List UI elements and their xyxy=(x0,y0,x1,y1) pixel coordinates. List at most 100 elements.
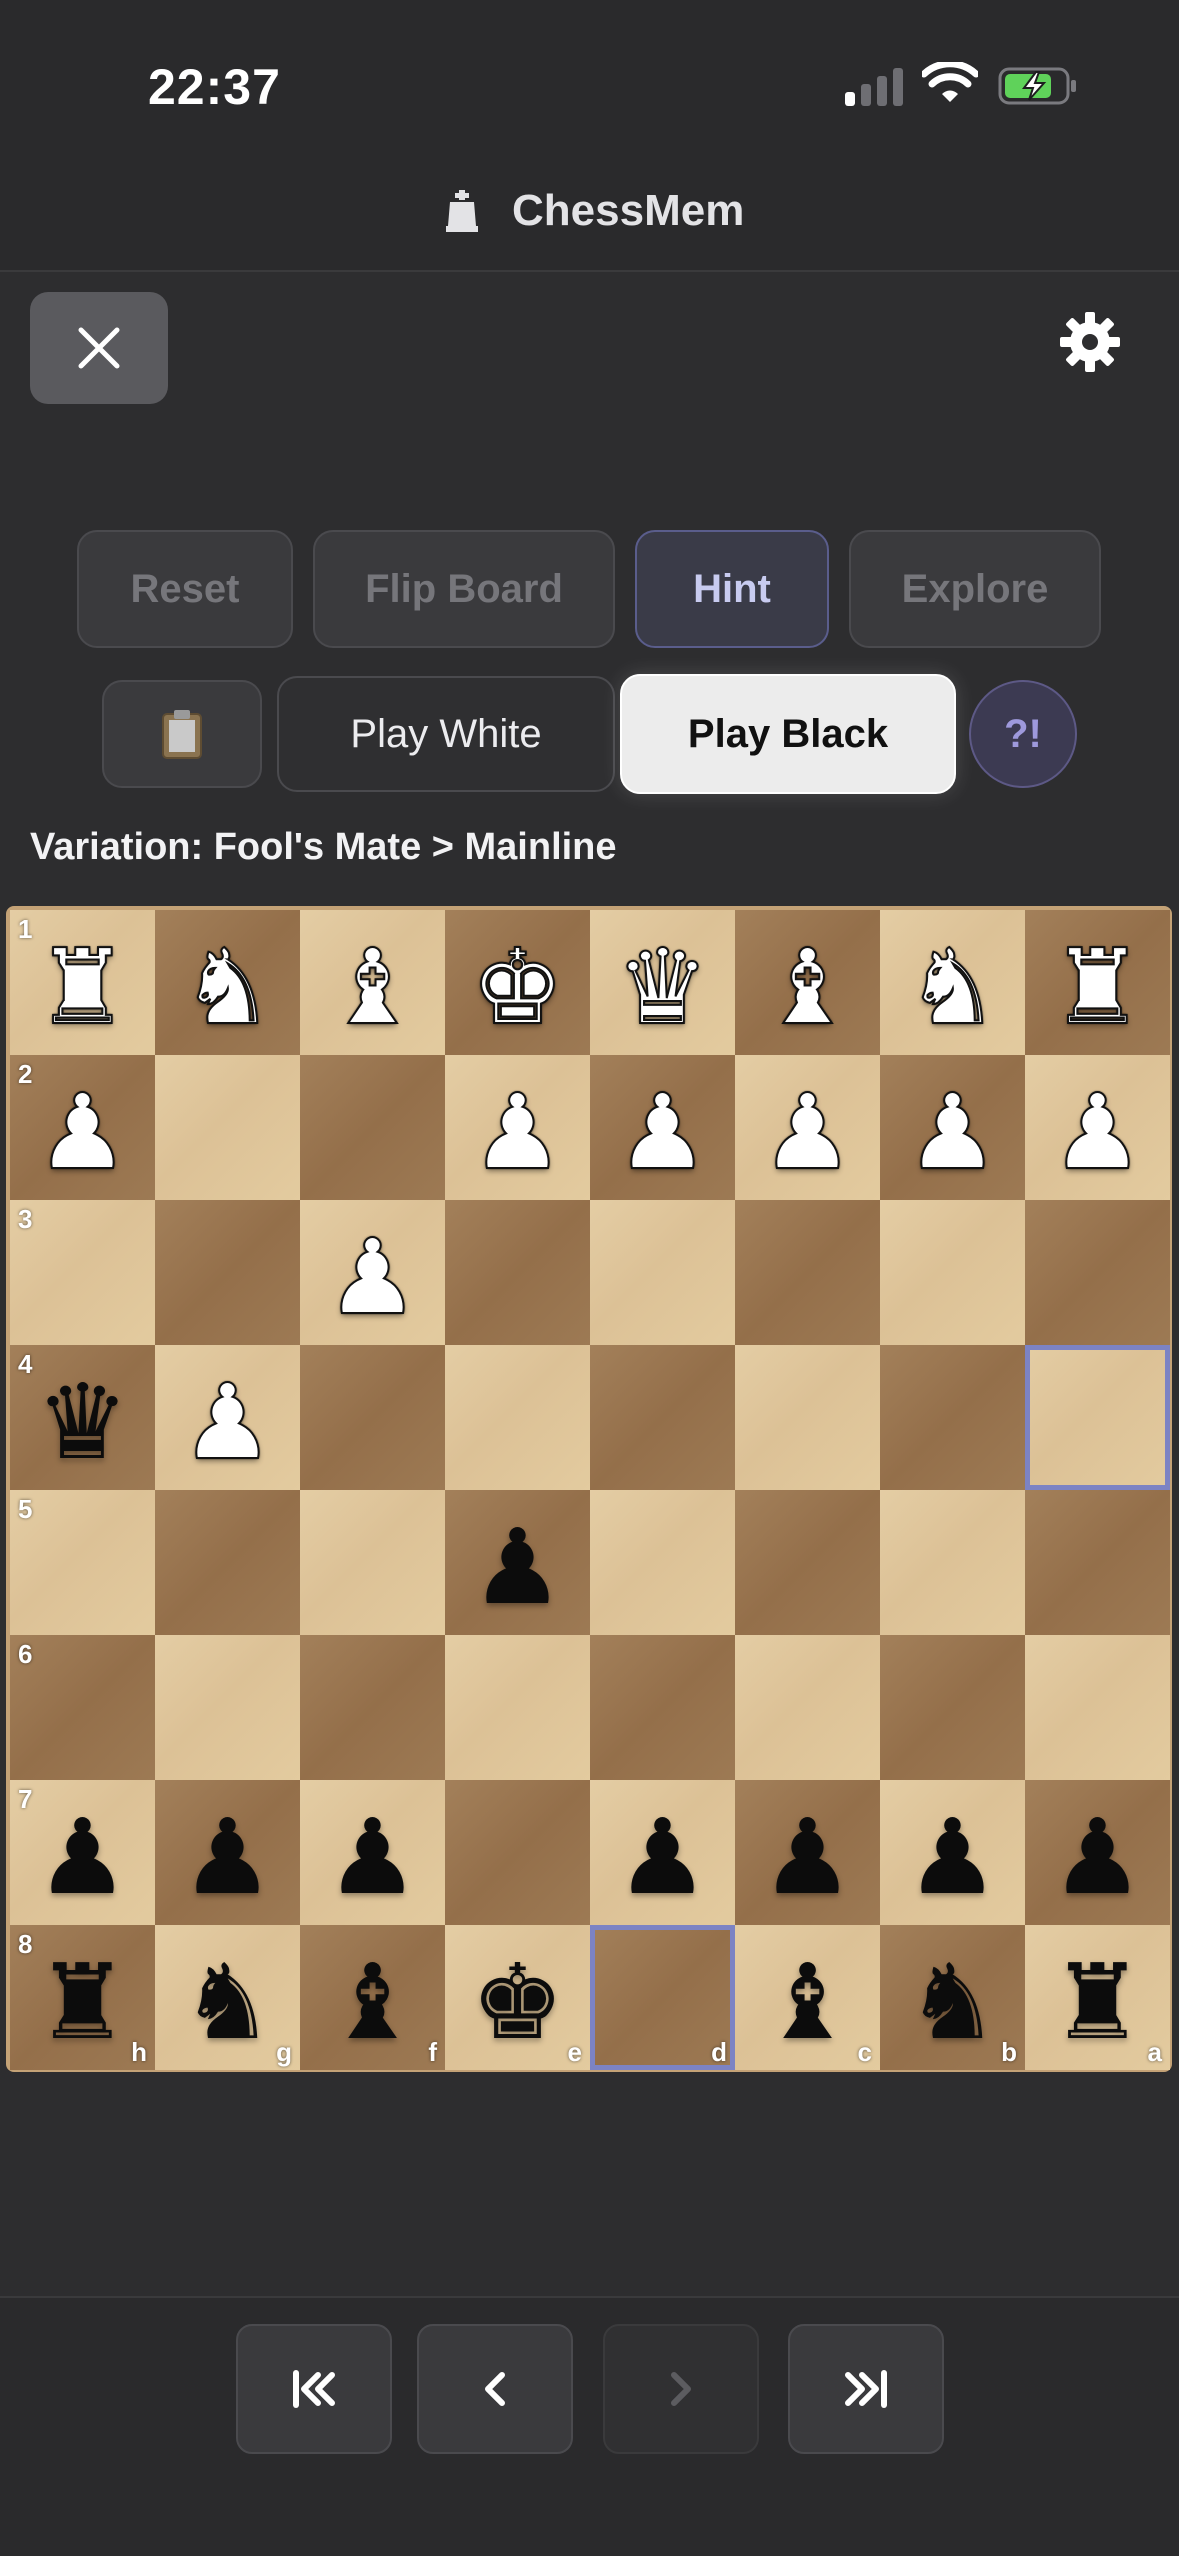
previous-move-button[interactable] xyxy=(417,2324,573,2454)
square-d8[interactable]: d xyxy=(590,1925,735,2070)
black-bishop-piece[interactable]: ♝ xyxy=(761,1950,854,2054)
black-king-piece[interactable]: ♚ xyxy=(471,1950,564,2054)
square-d1[interactable]: ♛ xyxy=(590,910,735,1055)
play-black-button[interactable]: Play Black xyxy=(620,674,956,794)
white-pawn-piece[interactable]: ♟ xyxy=(470,1079,565,1185)
square-b8[interactable]: b ♞ xyxy=(880,1925,1025,2070)
explore-button[interactable]: Explore xyxy=(849,530,1101,648)
square-a2[interactable]: ♟ xyxy=(1025,1055,1170,1200)
square-c2[interactable]: ♟ xyxy=(735,1055,880,1200)
square-h2[interactable]: 2 ♟ xyxy=(10,1055,155,1200)
square-h8[interactable]: 8 h ♜ xyxy=(10,1925,155,2070)
gear-icon[interactable] xyxy=(1058,310,1122,374)
square-h3[interactable]: 3 xyxy=(10,1200,155,1345)
white-knight-piece[interactable]: ♞ xyxy=(180,934,275,1040)
white-queen-piece[interactable]: ♛ xyxy=(615,934,710,1040)
square-b6[interactable] xyxy=(880,1635,1025,1780)
white-pawn-piece[interactable]: ♟ xyxy=(905,1079,1000,1185)
close-button[interactable] xyxy=(30,292,168,404)
white-rook-piece[interactable]: ♜ xyxy=(1050,934,1145,1040)
square-c3[interactable] xyxy=(735,1200,880,1345)
square-b7[interactable]: ♟ xyxy=(880,1780,1025,1925)
square-f2[interactable] xyxy=(300,1055,445,1200)
next-move-button[interactable] xyxy=(603,2324,759,2454)
square-b5[interactable] xyxy=(880,1490,1025,1635)
square-g6[interactable] xyxy=(155,1635,300,1780)
square-h1[interactable]: 1 ♜ xyxy=(10,910,155,1055)
square-e8[interactable]: e ♚ xyxy=(445,1925,590,2070)
square-b2[interactable]: ♟ xyxy=(880,1055,1025,1200)
white-pawn-piece[interactable]: ♟ xyxy=(760,1079,855,1185)
flip-board-button[interactable]: Flip Board xyxy=(313,530,615,648)
square-a6[interactable] xyxy=(1025,1635,1170,1780)
square-g3[interactable] xyxy=(155,1200,300,1345)
black-pawn-piece[interactable]: ♟ xyxy=(616,1805,709,1909)
square-d5[interactable] xyxy=(590,1490,735,1635)
square-h4[interactable]: 4 ♛ xyxy=(10,1345,155,1490)
square-a5[interactable] xyxy=(1025,1490,1170,1635)
black-pawn-piece[interactable]: ♟ xyxy=(1051,1805,1144,1909)
square-c6[interactable] xyxy=(735,1635,880,1780)
square-e3[interactable] xyxy=(445,1200,590,1345)
clipboard-button[interactable] xyxy=(102,680,262,788)
white-pawn-piece[interactable]: ♟ xyxy=(325,1224,420,1330)
square-f4[interactable] xyxy=(300,1345,445,1490)
square-g1[interactable]: ♞ xyxy=(155,910,300,1055)
square-f1[interactable]: ♝ xyxy=(300,910,445,1055)
black-pawn-piece[interactable]: ♟ xyxy=(36,1805,129,1909)
white-rook-piece[interactable]: ♜ xyxy=(35,934,130,1040)
last-move-button[interactable] xyxy=(788,2324,944,2454)
white-pawn-piece[interactable]: ♟ xyxy=(1050,1079,1145,1185)
square-h5[interactable]: 5 xyxy=(10,1490,155,1635)
square-a7[interactable]: ♟ xyxy=(1025,1780,1170,1925)
square-b4[interactable] xyxy=(880,1345,1025,1490)
square-e1[interactable]: ♚ xyxy=(445,910,590,1055)
white-pawn-piece[interactable]: ♟ xyxy=(615,1079,710,1185)
white-bishop-piece[interactable]: ♝ xyxy=(760,934,855,1040)
square-f3[interactable]: ♟ xyxy=(300,1200,445,1345)
square-f7[interactable]: ♟ xyxy=(300,1780,445,1925)
square-g2[interactable] xyxy=(155,1055,300,1200)
square-c4[interactable] xyxy=(735,1345,880,1490)
square-d2[interactable]: ♟ xyxy=(590,1055,735,1200)
square-e7[interactable] xyxy=(445,1780,590,1925)
white-king-piece[interactable]: ♚ xyxy=(470,934,565,1040)
square-c5[interactable] xyxy=(735,1490,880,1635)
square-h7[interactable]: 7 ♟ xyxy=(10,1780,155,1925)
black-rook-piece[interactable]: ♜ xyxy=(36,1950,129,2054)
first-move-button[interactable] xyxy=(236,2324,392,2454)
white-pawn-piece[interactable]: ♟ xyxy=(180,1369,275,1475)
square-c8[interactable]: c ♝ xyxy=(735,1925,880,2070)
square-d4[interactable] xyxy=(590,1345,735,1490)
square-g5[interactable] xyxy=(155,1490,300,1635)
chess-board[interactable]: 1 ♜ ♞ ♝ ♚ ♛ ♝ ♞ ♜ 2 ♟ ♟ ♟ ♟ ♟ ♟ 3 ♟ 4 ♛ ♟ 5 ♟ 6 7 ♟ ♟ ♟ ♟ ♟ ♟ ♟ 8 h ♜ g ♞ f ♝ e… xyxy=(10,910,1170,2070)
black-knight-piece[interactable]: ♞ xyxy=(181,1950,274,2054)
white-pawn-piece[interactable]: ♟ xyxy=(35,1079,130,1185)
square-f8[interactable]: f ♝ xyxy=(300,1925,445,2070)
white-bishop-piece[interactable]: ♝ xyxy=(325,934,420,1040)
annotation-button[interactable]: ?! xyxy=(969,680,1077,788)
black-pawn-piece[interactable]: ♟ xyxy=(471,1515,564,1619)
square-a4[interactable] xyxy=(1025,1345,1170,1490)
square-c7[interactable]: ♟ xyxy=(735,1780,880,1925)
black-knight-piece[interactable]: ♞ xyxy=(906,1950,999,2054)
square-g7[interactable]: ♟ xyxy=(155,1780,300,1925)
square-a8[interactable]: a ♜ xyxy=(1025,1925,1170,2070)
black-pawn-piece[interactable]: ♟ xyxy=(181,1805,274,1909)
reset-button[interactable]: Reset xyxy=(77,530,293,648)
square-e5[interactable]: ♟ xyxy=(445,1490,590,1635)
square-a1[interactable]: ♜ xyxy=(1025,910,1170,1055)
square-d6[interactable] xyxy=(590,1635,735,1780)
square-e4[interactable] xyxy=(445,1345,590,1490)
black-pawn-piece[interactable]: ♟ xyxy=(761,1805,854,1909)
square-b3[interactable] xyxy=(880,1200,1025,1345)
square-h6[interactable]: 6 xyxy=(10,1635,155,1780)
square-e6[interactable] xyxy=(445,1635,590,1780)
square-d3[interactable] xyxy=(590,1200,735,1345)
hint-button[interactable]: Hint xyxy=(635,530,829,648)
black-rook-piece[interactable]: ♜ xyxy=(1051,1950,1144,2054)
black-bishop-piece[interactable]: ♝ xyxy=(326,1950,419,2054)
square-f5[interactable] xyxy=(300,1490,445,1635)
square-e2[interactable]: ♟ xyxy=(445,1055,590,1200)
black-pawn-piece[interactable]: ♟ xyxy=(326,1805,419,1909)
